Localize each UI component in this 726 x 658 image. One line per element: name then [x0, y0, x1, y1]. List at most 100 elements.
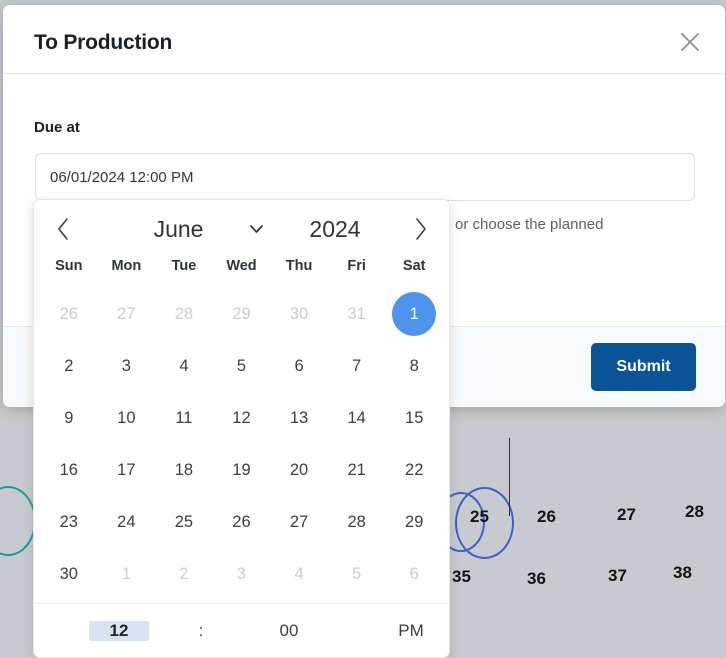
day-cell[interactable]: 14 — [328, 392, 386, 444]
day-cell[interactable]: 9 — [40, 392, 98, 444]
day-cell[interactable]: 28 — [328, 496, 386, 548]
day-cell[interactable]: 15 — [385, 392, 443, 444]
hour-field[interactable]: 12 — [89, 620, 149, 641]
day-cell[interactable]: 30 — [270, 288, 328, 340]
minute-field[interactable]: 00 — [259, 621, 319, 641]
background-number: 28 — [685, 502, 704, 521]
page-title: To Production — [34, 31, 173, 54]
day-label: 2 — [179, 564, 189, 583]
background-number: 36 — [527, 569, 546, 588]
day-label: 17 — [117, 460, 136, 479]
day-label: 6 — [409, 564, 419, 583]
day-label: 27 — [289, 512, 309, 531]
day-label: 31 — [347, 304, 366, 323]
close-icon[interactable] — [675, 27, 705, 57]
day-cell[interactable]: 3 — [98, 340, 156, 392]
day-cell[interactable]: 23 — [40, 496, 98, 548]
day-cell[interactable]: 8 — [385, 340, 443, 392]
day-cell[interactable]: 28 — [155, 288, 213, 340]
day-label: 28 — [174, 304, 194, 323]
annotation-vertical-line — [509, 438, 510, 516]
day-cell[interactable]: 2 — [40, 340, 98, 392]
day-cell[interactable]: 30 — [40, 548, 98, 600]
day-cell[interactable]: 7 — [328, 340, 386, 392]
day-cell[interactable]: 27 — [270, 496, 328, 548]
day-label: 22 — [405, 460, 424, 479]
day-label: 29 — [232, 304, 251, 323]
day-label: 4 — [294, 564, 304, 583]
day-cell[interactable]: 6 — [270, 340, 328, 392]
day-label: 21 — [347, 460, 366, 479]
day-label: 3 — [121, 356, 131, 375]
day-label: 16 — [59, 460, 78, 479]
background-number: 26 — [537, 507, 556, 526]
day-cell[interactable]: 5 — [213, 340, 271, 392]
background-number: 37 — [608, 566, 627, 585]
day-cell[interactable]: 31 — [328, 288, 386, 340]
day-label: 5 — [352, 564, 362, 583]
day-cell[interactable]: 3 — [213, 548, 271, 600]
day-cell[interactable]: 2 — [155, 548, 213, 600]
background-number: 27 — [617, 505, 636, 524]
due-at-input[interactable] — [35, 153, 695, 201]
day-cell-selected[interactable]: 1 — [385, 288, 443, 340]
submit-button[interactable]: Submit — [591, 343, 696, 391]
day-cell[interactable]: 21 — [328, 444, 386, 496]
day-label: 2 — [64, 356, 74, 375]
day-cell[interactable]: 10 — [98, 392, 156, 444]
day-label: 10 — [117, 408, 136, 427]
chevron-down-icon — [249, 224, 264, 234]
day-cell[interactable]: 16 — [40, 444, 98, 496]
background-number: 35 — [452, 567, 471, 586]
day-label: 26 — [232, 512, 251, 531]
weekday-label: Tue — [171, 258, 197, 274]
due-at-label: Due at — [34, 119, 80, 136]
day-label: 27 — [117, 304, 136, 323]
day-cell[interactable]: 19 — [213, 444, 271, 496]
day-label: 11 — [175, 408, 193, 427]
chevron-left-icon[interactable] — [48, 214, 78, 244]
helper-text: or choose the planned — [455, 216, 604, 233]
time-picker-row: 12 : 00 PM — [34, 603, 449, 657]
weekday-label: Fri — [347, 258, 366, 274]
day-cell[interactable]: 26 — [40, 288, 98, 340]
day-cell[interactable]: 20 — [270, 444, 328, 496]
weekday-label: Sat — [402, 258, 426, 274]
background-number: 25 — [470, 507, 489, 526]
day-cell[interactable]: 17 — [98, 444, 156, 496]
day-label: 12 — [232, 408, 251, 427]
month-dropdown[interactable]: June — [104, 210, 314, 248]
year-label[interactable]: 2024 — [290, 210, 380, 248]
day-cell[interactable]: 4 — [155, 340, 213, 392]
datepicker-nav: June 2024 — [34, 200, 449, 256]
day-cell[interactable]: 25 — [155, 496, 213, 548]
day-cell[interactable]: 24 — [98, 496, 156, 548]
day-cell[interactable]: 22 — [385, 444, 443, 496]
day-cell[interactable]: 13 — [270, 392, 328, 444]
day-label: 15 — [405, 408, 424, 427]
day-cell[interactable]: 18 — [155, 444, 213, 496]
day-label: 4 — [179, 356, 189, 375]
day-label: 1 — [392, 292, 437, 336]
day-cell[interactable]: 29 — [213, 288, 271, 340]
day-cell[interactable]: 5 — [328, 548, 386, 600]
day-label: 30 — [289, 304, 309, 323]
background-number: 38 — [673, 563, 692, 582]
day-cell[interactable]: 26 — [213, 496, 271, 548]
day-label: 24 — [117, 512, 136, 531]
day-grid: 26 27 28 29 30 31 1 2 3 4 5 6 7 8 9 10 11 12 13 14 15 16 17 18 1… — [34, 278, 449, 600]
chevron-right-icon[interactable] — [405, 214, 435, 244]
day-cell[interactable]: 27 — [98, 288, 156, 340]
weekday-header-row: Sun Mon Tue Wed Thu Fri Sat — [34, 254, 449, 278]
meridiem-field[interactable]: PM — [381, 621, 441, 641]
modal-header: To Production — [3, 5, 725, 74]
day-cell[interactable]: 4 — [270, 548, 328, 600]
day-cell[interactable]: 6 — [385, 548, 443, 600]
day-cell[interactable]: 12 — [213, 392, 271, 444]
time-separator: : — [198, 620, 204, 640]
day-label: 20 — [289, 460, 309, 479]
day-cell[interactable]: 1 — [98, 548, 156, 600]
day-cell[interactable]: 29 — [385, 496, 443, 548]
month-label: June — [153, 215, 204, 242]
day-cell[interactable]: 11 — [155, 392, 213, 444]
